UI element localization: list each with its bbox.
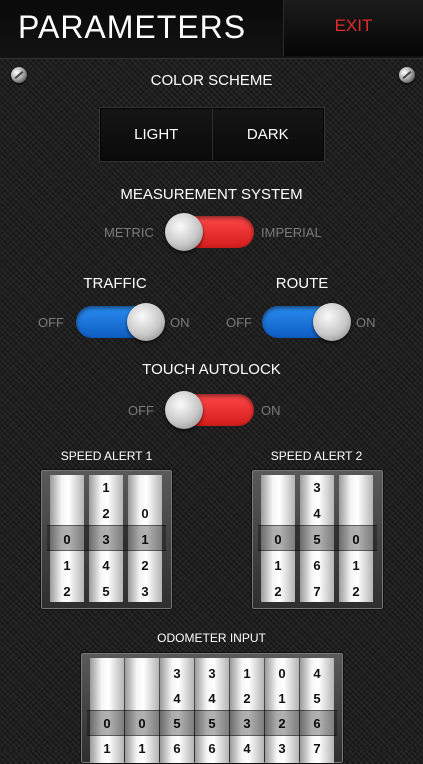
route-on-label: ON (356, 315, 376, 330)
selection-band (87, 710, 337, 736)
traffic-label: TRAFFIC (83, 275, 147, 292)
traffic-off-label: OFF (38, 315, 64, 330)
route-off-label: OFF (226, 315, 252, 330)
speed-alert-1-label: SPEED ALERT 1 (60, 449, 153, 463)
touch-autolock-on-label: ON (261, 403, 281, 418)
color-scheme-control: LIGHT DARK (100, 108, 324, 161)
speed-alert-1-odometer: 0 1 2 1 2 3 4 5 0 1 2 3 (40, 469, 173, 610)
toggle-knob (127, 303, 165, 341)
light-option-button[interactable]: LIGHT (101, 109, 212, 160)
odometer-input-label: ODOMETER INPUT (157, 631, 266, 645)
traffic-on-label: ON (170, 315, 190, 330)
metric-label: METRIC (104, 225, 154, 240)
toggle-knob (165, 391, 203, 429)
touch-autolock-off-label: OFF (128, 403, 154, 418)
header-bar: PARAMETERS EXIT (0, 0, 423, 59)
odometer-input-odometer: 0 1 0 1 3 4 5 6 3 4 5 6 1 2 3 4 0 1 2 3 … (80, 652, 344, 764)
touch-autolock-label: TOUCH AUTOLOCK (142, 361, 281, 378)
route-label: ROUTE (275, 275, 329, 292)
dark-option-button[interactable]: DARK (211, 109, 323, 160)
page-title: PARAMETERS (18, 9, 247, 45)
route-toggle[interactable] (262, 303, 351, 341)
speed-alert-2-odometer: 0 1 2 3 4 5 6 7 0 1 2 (251, 469, 384, 610)
traffic-toggle[interactable] (76, 303, 165, 341)
measurement-system-label: MEASUREMENT SYSTEM (120, 186, 303, 203)
selection-band (258, 525, 377, 551)
toggle-knob (313, 303, 351, 341)
selection-band (47, 525, 166, 551)
speed-alert-2-label: SPEED ALERT 2 (270, 449, 363, 463)
imperial-label: IMPERIAL (261, 225, 322, 240)
measurement-system-toggle[interactable] (165, 213, 254, 251)
color-scheme-label: COLOR SCHEME (150, 72, 273, 89)
exit-button[interactable]: EXIT (283, 0, 423, 56)
toggle-knob (165, 213, 203, 251)
touch-autolock-toggle[interactable] (165, 391, 254, 429)
